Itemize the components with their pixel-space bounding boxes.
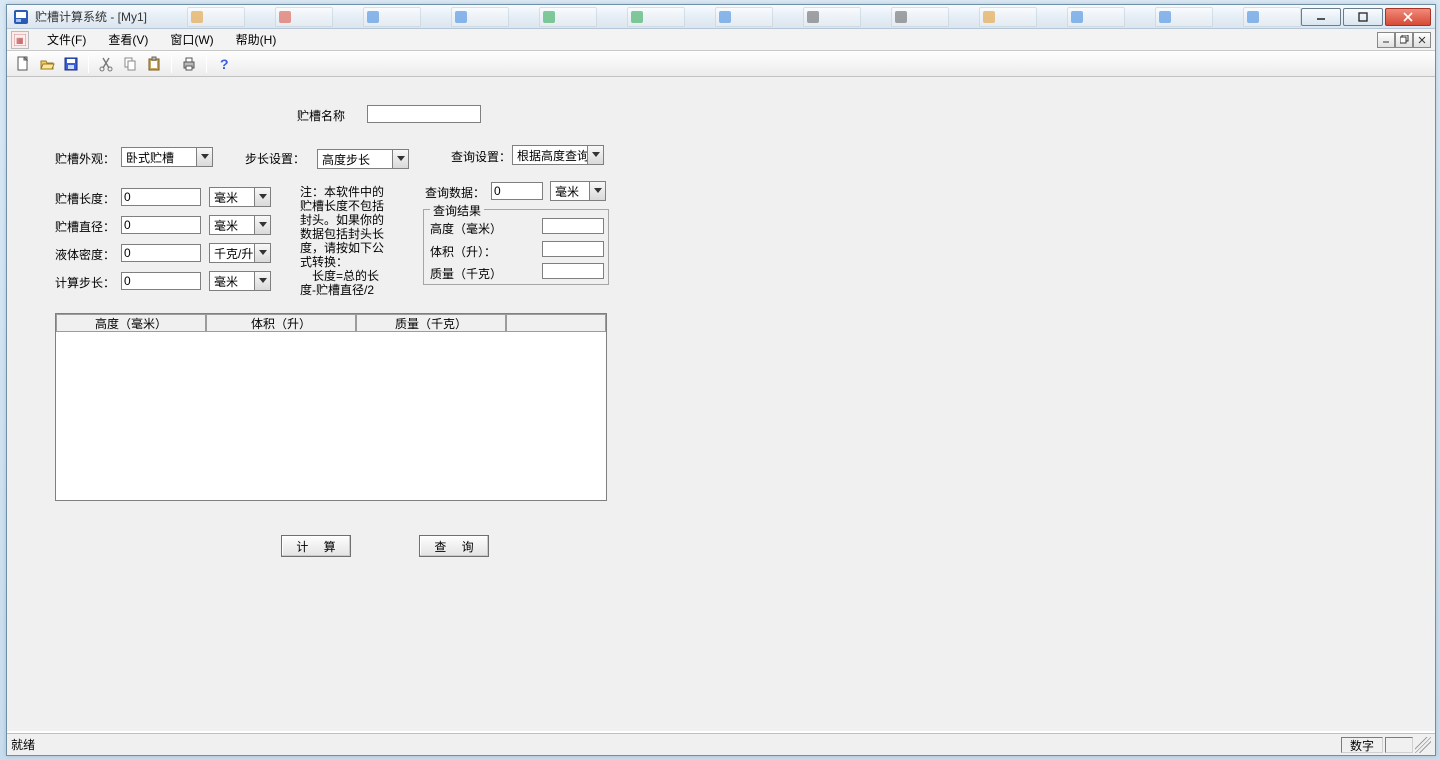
query-setting-combo[interactable]: 根据高度查询	[512, 145, 604, 165]
mdi-close-button[interactable]	[1413, 32, 1431, 48]
new-icon[interactable]	[13, 54, 33, 74]
label-query-setting: 查询设置：	[451, 148, 511, 165]
label-res-mass: 质量（千克）	[430, 265, 502, 282]
app-window: 贮槽计算系统 - [My1] ▦ 文件(F) 查看(V) 窗	[6, 4, 1436, 756]
label-res-volume: 体积（升）：	[430, 243, 496, 260]
label-density: 液体密度：	[55, 246, 115, 263]
tank-name-input[interactable]	[367, 105, 481, 123]
chevron-down-icon	[392, 150, 408, 168]
table-header-volume[interactable]: 体积（升）	[206, 314, 356, 332]
status-num: 数字	[1341, 737, 1383, 753]
mdi-controls	[1377, 32, 1431, 48]
toolbar-separator	[88, 55, 89, 73]
close-button[interactable]	[1385, 8, 1431, 26]
appearance-combo-text: 卧式贮槽	[122, 149, 196, 166]
length-unit-combo[interactable]: 毫米	[209, 187, 271, 207]
calculate-button[interactable]: 计 算	[281, 535, 351, 557]
table-header: 高度（毫米） 体积（升） 质量（千克）	[56, 314, 606, 332]
resize-grip-icon[interactable]	[1415, 737, 1431, 753]
toolbar-separator	[171, 55, 172, 73]
chevron-down-icon	[589, 182, 605, 200]
label-diameter: 贮槽直径：	[55, 218, 115, 235]
note-text: 注：本软件中的贮槽长度不包括封头。如果你的数据包括封头长度，请按如下公式转换： …	[300, 185, 390, 297]
density-input[interactable]	[121, 244, 201, 262]
calc-step-unit-combo[interactable]: 毫米	[209, 271, 271, 291]
titlebar: 贮槽计算系统 - [My1]	[7, 5, 1435, 29]
menu-file[interactable]: 文件(F)	[37, 29, 96, 50]
status-blank	[1385, 737, 1413, 753]
result-groupbox: 查询结果 高度（毫米） 体积（升）： 质量（千克）	[423, 209, 609, 285]
chevron-down-icon	[254, 244, 270, 262]
chevron-down-icon	[254, 216, 270, 234]
background-tabs	[187, 7, 1301, 27]
query-data-input[interactable]	[491, 182, 543, 200]
table-header-blank	[506, 314, 606, 332]
query-button[interactable]: 查 询	[419, 535, 489, 557]
minimize-button[interactable]	[1301, 8, 1341, 26]
svg-text:▦: ▦	[16, 36, 24, 45]
length-input[interactable]	[121, 188, 201, 206]
print-icon[interactable]	[179, 54, 199, 74]
label-step-setting: 步长设置：	[245, 150, 305, 167]
calc-step-input[interactable]	[121, 272, 201, 290]
result-legend: 查询结果	[430, 202, 484, 219]
query-data-unit-combo[interactable]: 毫米	[550, 181, 606, 201]
cut-icon[interactable]	[96, 54, 116, 74]
res-volume-field	[542, 241, 604, 257]
chevron-down-icon	[196, 148, 212, 166]
mdi-restore-button[interactable]	[1395, 32, 1413, 48]
mdi-minimize-button[interactable]	[1377, 32, 1395, 48]
label-res-height: 高度（毫米）	[430, 220, 502, 237]
label-calc-step: 计算步长：	[55, 274, 115, 291]
res-height-field	[542, 218, 604, 234]
label-appearance: 贮槽外观：	[55, 150, 115, 167]
chevron-down-icon	[587, 146, 603, 164]
client-area: 贮槽名称 贮槽外观： 卧式贮槽 步长设置： 高度步长 查询设置： 根据高度查询 …	[7, 77, 1435, 731]
maximize-button[interactable]	[1343, 8, 1383, 26]
status-ready: 就绪	[11, 736, 35, 753]
app-icon	[13, 9, 29, 25]
svg-text:?: ?	[220, 56, 229, 72]
toolbar: ?	[7, 51, 1435, 77]
window-title: 贮槽计算系统 - [My1]	[35, 8, 147, 25]
res-mass-field	[542, 263, 604, 279]
label-length: 贮槽长度：	[55, 190, 115, 207]
menu-view[interactable]: 查看(V)	[98, 29, 158, 50]
table-header-mass[interactable]: 质量（千克）	[356, 314, 506, 332]
menu-window[interactable]: 窗口(W)	[160, 29, 223, 50]
density-unit-combo[interactable]: 千克/升	[209, 243, 271, 263]
step-setting-combo-text: 高度步长	[318, 151, 392, 168]
appearance-combo[interactable]: 卧式贮槽	[121, 147, 213, 167]
tank-form: 贮槽名称 贮槽外观： 卧式贮槽 步长设置： 高度步长 查询设置： 根据高度查询 …	[7, 85, 1435, 731]
save-icon[interactable]	[61, 54, 81, 74]
menubar: ▦ 文件(F) 查看(V) 窗口(W) 帮助(H)	[7, 29, 1435, 51]
chevron-down-icon	[254, 188, 270, 206]
diameter-input[interactable]	[121, 216, 201, 234]
mdi-child-icon[interactable]: ▦	[11, 31, 29, 49]
open-icon[interactable]	[37, 54, 57, 74]
query-setting-combo-text: 根据高度查询	[513, 147, 587, 164]
step-setting-combo[interactable]: 高度步长	[317, 149, 409, 169]
table-header-height[interactable]: 高度（毫米）	[56, 314, 206, 332]
label-tank-name: 贮槽名称	[297, 107, 345, 124]
paste-icon[interactable]	[144, 54, 164, 74]
copy-icon[interactable]	[120, 54, 140, 74]
toolbar-separator	[206, 55, 207, 73]
table-body	[56, 332, 606, 500]
menu-help[interactable]: 帮助(H)	[226, 29, 287, 50]
diameter-unit-combo[interactable]: 毫米	[209, 215, 271, 235]
help-icon[interactable]: ?	[214, 54, 234, 74]
chevron-down-icon	[254, 272, 270, 290]
window-controls	[1301, 8, 1431, 26]
label-query-data: 查询数据：	[425, 184, 485, 201]
result-table[interactable]: 高度（毫米） 体积（升） 质量（千克）	[55, 313, 607, 501]
statusbar: 就绪 数字	[7, 733, 1435, 755]
